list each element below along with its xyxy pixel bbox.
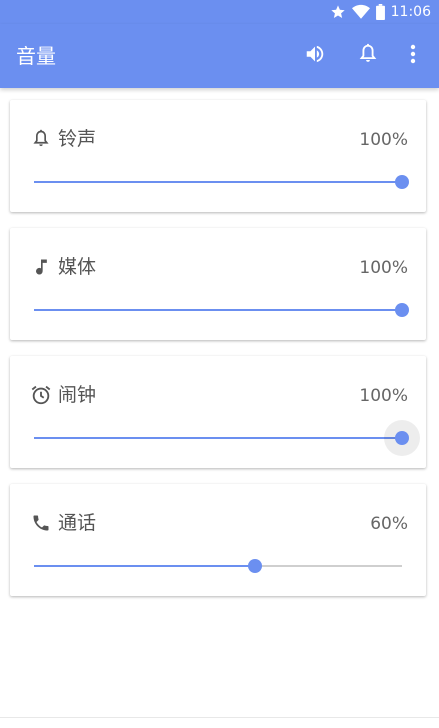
volume-label: 铃声 <box>58 128 97 150</box>
bell-icon <box>30 128 52 150</box>
slider-thumb[interactable] <box>395 431 409 445</box>
status-icons: 11:06 <box>330 3 431 21</box>
more-vert-icon <box>410 44 416 68</box>
volume-card-alarm: 闹钟 100% <box>10 356 426 468</box>
media-volume-slider[interactable] <box>34 298 409 322</box>
slider-thumb[interactable] <box>395 175 409 189</box>
music-note-icon <box>30 256 52 278</box>
status-time: 11:06 <box>390 4 431 20</box>
slider-thumb[interactable] <box>248 559 262 573</box>
volume-card-ringtone: 铃声 100% <box>10 100 426 212</box>
volume-card-media: 媒体 100% <box>10 228 426 340</box>
volume-label: 通话 <box>58 512 97 534</box>
slider-fill <box>34 437 402 439</box>
slider-fill <box>34 309 402 311</box>
status-bar: 11:06 <box>0 0 439 24</box>
volume-percent: 100% <box>359 130 408 150</box>
volume-label: 闹钟 <box>58 384 97 406</box>
star-icon <box>330 4 346 20</box>
bell-icon <box>357 43 379 69</box>
phone-icon <box>30 512 52 534</box>
speaker-icon <box>304 43 326 69</box>
slider-fill <box>34 565 255 567</box>
more-options-button[interactable] <box>399 42 427 70</box>
alarm-volume-slider[interactable] <box>34 420 420 456</box>
bell-button[interactable] <box>354 42 382 70</box>
volume-percent: 60% <box>370 514 408 534</box>
ringtone-volume-slider[interactable] <box>34 170 409 194</box>
speaker-button[interactable] <box>301 42 329 70</box>
call-volume-slider[interactable] <box>34 554 402 578</box>
volume-percent: 100% <box>359 386 408 406</box>
alarm-clock-icon <box>30 384 52 406</box>
bottom-divider <box>0 717 439 718</box>
battery-icon <box>375 4 385 20</box>
volume-label: 媒体 <box>58 256 97 278</box>
slider-thumb[interactable] <box>395 303 409 317</box>
app-bar: 音量 <box>0 24 439 88</box>
wifi-icon <box>351 4 370 20</box>
page-title: 音量 <box>16 44 56 68</box>
volume-percent: 100% <box>359 258 408 278</box>
volume-card-call: 通话 60% <box>10 484 426 596</box>
slider-fill <box>34 181 402 183</box>
